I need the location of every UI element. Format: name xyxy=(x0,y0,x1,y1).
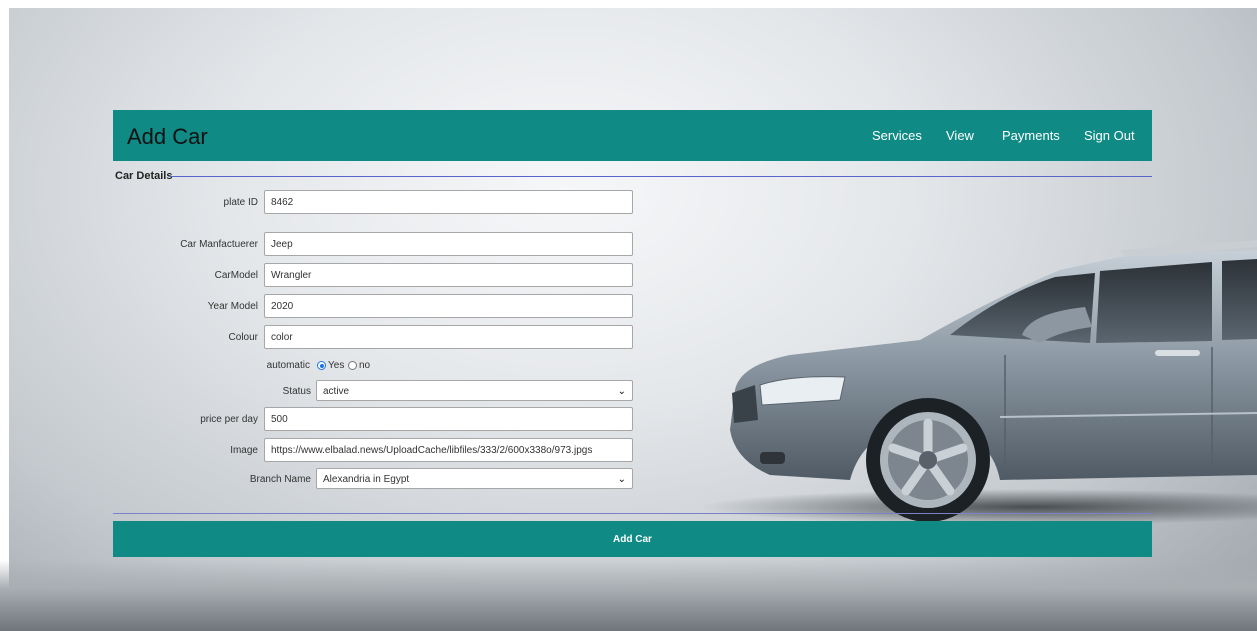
price-input[interactable]: 500 xyxy=(264,407,633,431)
status-value: active xyxy=(323,386,350,397)
branch-select[interactable]: Alexandria in Egypt ⌄ xyxy=(316,468,633,489)
status-label: Status xyxy=(282,386,311,397)
top-navbar: Add Car Services View Payments Sign Out xyxy=(113,110,1152,161)
branch-value: Alexandria in Egypt xyxy=(323,474,410,485)
page-left-margin xyxy=(0,0,9,631)
model-input[interactable]: Wrangler xyxy=(264,263,633,287)
nav-services[interactable]: Services xyxy=(872,128,922,143)
automatic-yes-label: Yes xyxy=(328,360,345,371)
plate-id-label: plate ID xyxy=(223,197,258,208)
nav-sign-out[interactable]: Sign Out xyxy=(1084,128,1135,143)
add-car-button[interactable]: Add Car xyxy=(113,521,1152,557)
page-top-margin xyxy=(0,0,1257,8)
manufacturer-label: Car Manfactuerer xyxy=(180,239,258,250)
model-label: CarModel xyxy=(214,270,258,281)
fieldset-bottom-border xyxy=(113,513,1152,514)
nav-view[interactable]: View xyxy=(946,128,974,143)
automatic-yes-radio[interactable] xyxy=(317,361,326,370)
image-url-input[interactable]: https://www.elbalad.news/UploadCache/lib… xyxy=(264,438,633,462)
chevron-down-icon: ⌄ xyxy=(617,474,626,485)
manufacturer-input[interactable]: Jeep xyxy=(264,232,633,256)
fieldset-border xyxy=(170,176,1152,177)
nav-payments[interactable]: Payments xyxy=(1002,128,1060,143)
automatic-no-label: no xyxy=(359,360,371,371)
fieldset-legend: Car Details xyxy=(115,170,173,182)
image-label: Image xyxy=(230,445,258,456)
year-label: Year Model xyxy=(207,301,258,312)
automatic-no-radio[interactable] xyxy=(348,361,357,370)
year-input[interactable]: 2020 xyxy=(264,294,633,318)
plate-id-input[interactable]: 8462 xyxy=(264,190,633,214)
floor-shadow xyxy=(0,560,1257,631)
automatic-label: automatic xyxy=(266,360,310,371)
car-illustration xyxy=(700,240,1257,525)
status-select[interactable]: active ⌄ xyxy=(316,380,633,401)
chevron-down-icon: ⌄ xyxy=(617,386,626,397)
branch-label: Branch Name xyxy=(249,474,311,485)
page-title: Add Car xyxy=(127,124,208,149)
colour-label: Colour xyxy=(228,332,258,343)
colour-input[interactable]: color xyxy=(264,325,633,349)
price-label: price per day xyxy=(200,414,258,425)
